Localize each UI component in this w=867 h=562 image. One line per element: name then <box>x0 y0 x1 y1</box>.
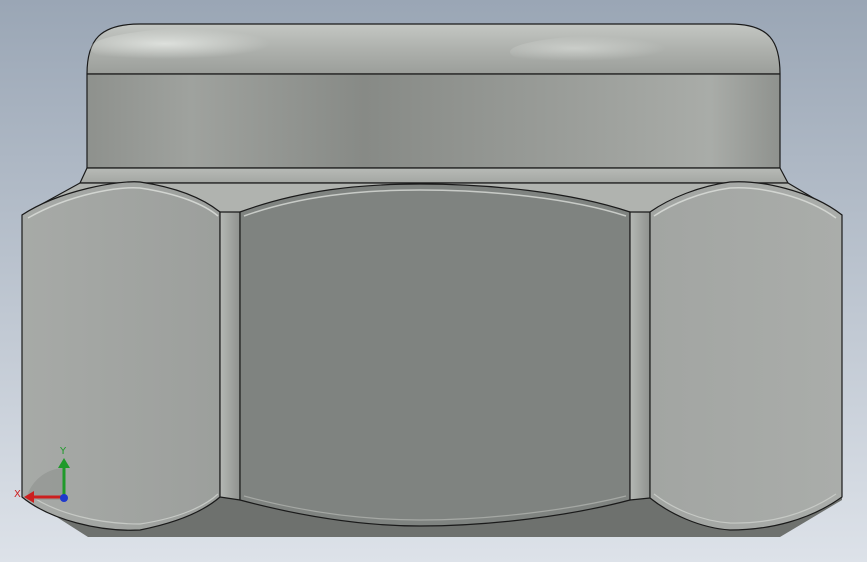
hex-edge-right <box>629 211 651 501</box>
z-axis-dot <box>60 494 68 502</box>
nut-model <box>21 23 843 537</box>
y-axis-label: Y <box>59 446 67 457</box>
hex-face-center <box>239 183 631 527</box>
graphics-viewport[interactable]: Y X <box>0 0 867 562</box>
hex-face-right <box>649 181 843 531</box>
model-canvas[interactable]: Y X <box>0 0 867 562</box>
hex-edge-left <box>219 211 241 501</box>
cap-cylinder <box>86 73 781 169</box>
nut-collar <box>79 167 789 184</box>
x-axis-label: X <box>14 489 21 500</box>
